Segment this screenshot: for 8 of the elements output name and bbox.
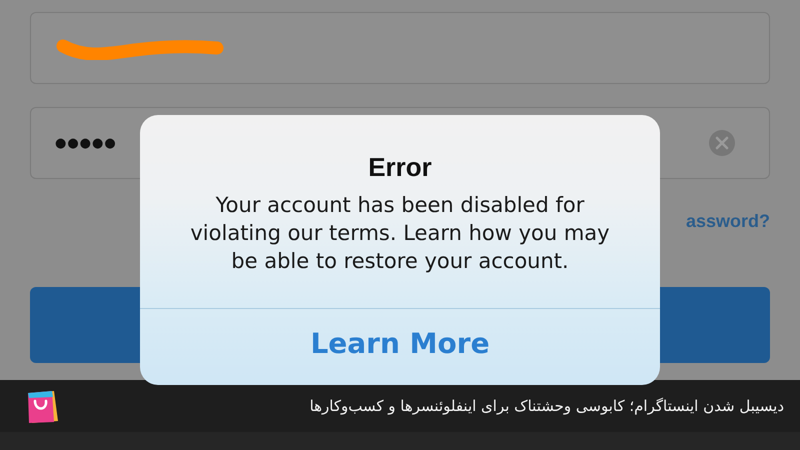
forgot-password-link[interactable]: assword? [686, 211, 770, 269]
clear-icon[interactable] [708, 129, 736, 157]
alert-title: Error [368, 152, 432, 183]
password-value: ●●●●● [55, 136, 117, 150]
caption-text: دیسیبل شدن اینستاگرام؛ کابوسی وحشتناک برای اینفلوئنسرها و کسب‌وکارها [310, 397, 784, 415]
alert-message: Your account has been disabled for violating our terms. Learn how you may be able to restore your account. [189, 192, 611, 275]
username-field[interactable] [30, 12, 770, 84]
learn-more-button[interactable]: Learn More [310, 309, 490, 378]
